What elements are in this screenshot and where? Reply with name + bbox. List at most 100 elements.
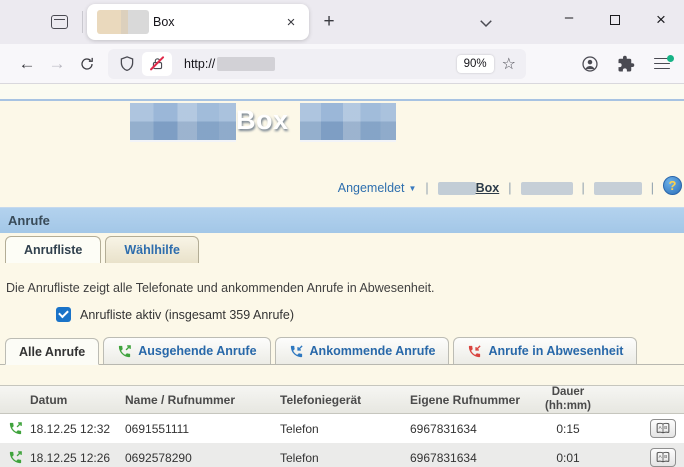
browser-titlebar: Box × + – ×: [0, 0, 684, 44]
nav-separator: |: [508, 181, 511, 195]
cell-duration: 0:01: [528, 451, 608, 465]
cell-own-number: 6967831634: [410, 451, 528, 465]
logged-in-label: Angemeldet: [338, 181, 405, 195]
back-button[interactable]: ←: [12, 50, 42, 78]
firefox-view-icon: [51, 15, 68, 29]
account-button[interactable]: [575, 49, 604, 78]
call-table: Datum Name / Rufnummer Telefoniegerät Ei…: [0, 385, 684, 467]
filter-tab-all[interactable]: Alle Anrufe: [5, 338, 99, 365]
filter-all-label: Alle Anrufe: [19, 345, 85, 359]
zoom-level-badge[interactable]: 90%: [457, 55, 494, 73]
hamburger-icon: [654, 58, 670, 70]
tab-close-icon[interactable]: ×: [281, 12, 301, 32]
filter-outgoing-label: Ausgehende Anrufe: [138, 344, 256, 358]
cell-own-number: 6967831634: [410, 422, 528, 436]
table-header-row: Datum Name / Rufnummer Telefoniegerät Ei…: [0, 385, 684, 414]
minimize-button[interactable]: –: [546, 0, 592, 40]
nav-item-box[interactable]: Box: [438, 181, 500, 195]
redacted-brand-right: [300, 103, 396, 142]
maximize-icon: [610, 15, 620, 25]
tab-anrufliste[interactable]: Anrufliste: [5, 236, 101, 263]
nav-separator: |: [582, 181, 585, 195]
page-top-strip: [0, 84, 684, 99]
tab-title: Box: [153, 15, 281, 29]
call-list-active-row: Anrufliste aktiv (insgesamt 359 Anrufe): [56, 307, 684, 322]
checkbox-label: Anrufliste aktiv (insgesamt 359 Anrufe): [80, 308, 294, 322]
filter-tabs: Alle Anrufe Ausgehende Anrufe Ankommende…: [0, 337, 684, 365]
phonebook-icon: [655, 451, 671, 464]
account-icon: [581, 55, 599, 73]
browser-toolbar: ← → http:// 90% ☆: [0, 44, 684, 84]
url-bar[interactable]: http:// 90% ☆: [108, 49, 526, 79]
col-name: Name / Rufnummer: [125, 393, 280, 407]
outgoing-call-icon: [8, 450, 23, 465]
tab-list-chevron-icon[interactable]: [475, 12, 497, 34]
insecure-connection-button[interactable]: [142, 52, 172, 76]
maximize-button[interactable]: [592, 0, 638, 40]
page-title: Anrufe: [8, 213, 50, 228]
filter-missed-label: Anrufe in Abwesenheit: [488, 344, 623, 358]
cell-name: 0691551111: [125, 422, 280, 436]
help-button[interactable]: ?: [663, 176, 682, 195]
filter-tab-missed[interactable]: Anrufe in Abwesenheit: [453, 337, 637, 364]
bookmark-star-icon[interactable]: ☆: [502, 54, 516, 74]
incoming-call-icon: [289, 344, 304, 359]
tab-divider: [82, 11, 83, 33]
outgoing-call-icon: [8, 421, 23, 436]
page-content: Box Angemeldet ▼ | Box | | | ? Anrufe An…: [0, 84, 684, 467]
puzzle-icon: [617, 55, 635, 73]
filter-incoming-label: Ankommende Anrufe: [310, 344, 436, 358]
nav-separator: |: [651, 181, 654, 195]
col-duration: Dauer (hh:mm): [528, 386, 608, 412]
redacted-nav-item[interactable]: [521, 182, 573, 195]
description-text: Die Anrufliste zeigt alle Telefonate und…: [6, 281, 684, 295]
caret-down-icon: ▼: [408, 184, 416, 193]
notification-dot: [667, 55, 674, 62]
cell-duration: 0:15: [528, 422, 608, 436]
add-to-phonebook-button[interactable]: [650, 419, 676, 438]
call-list-active-checkbox[interactable]: [56, 307, 71, 322]
logged-in-menu[interactable]: Angemeldet ▼: [338, 181, 417, 195]
cell-datum: 18.12.25 12:32: [30, 422, 125, 436]
window-controls: – ×: [546, 0, 684, 40]
redacted-brand-left: [130, 103, 236, 142]
filter-tab-outgoing[interactable]: Ausgehende Anrufe: [103, 337, 270, 364]
table-row: 18.12.25 12:26 0692578290 Telefon 696783…: [0, 443, 684, 467]
add-to-phonebook-button[interactable]: [650, 448, 676, 467]
tab-waehlhilfe[interactable]: Wählhilfe: [105, 236, 199, 263]
col-datum: Datum: [30, 393, 125, 407]
table-row: 18.12.25 12:32 0691551111 Telefon 696783…: [0, 414, 684, 443]
close-button[interactable]: ×: [638, 0, 684, 40]
filter-tab-incoming[interactable]: Ankommende Anrufe: [275, 337, 450, 364]
cell-device: Telefon: [280, 422, 410, 436]
menu-button[interactable]: [647, 49, 676, 78]
missed-call-icon: [467, 344, 482, 359]
browser-tab[interactable]: Box ×: [87, 4, 309, 40]
redacted-favicon: [97, 10, 149, 34]
extensions-button[interactable]: [611, 49, 640, 78]
new-tab-button[interactable]: +: [315, 8, 343, 36]
col-device: Telefoniegerät: [280, 393, 410, 407]
router-banner: Box: [0, 99, 684, 146]
firefox-view-button[interactable]: [44, 8, 74, 36]
top-nav-row: Angemeldet ▼ | Box | | | ?: [0, 146, 684, 207]
tracking-shield-icon[interactable]: [118, 55, 136, 73]
cell-device: Telefon: [280, 451, 410, 465]
forward-button[interactable]: →: [42, 50, 72, 78]
cell-name: 0692578290: [125, 451, 280, 465]
nav-separator: |: [425, 181, 428, 195]
outgoing-call-icon: [117, 344, 132, 359]
nav-box-label: Box: [476, 181, 500, 195]
redacted-nav-brand: [438, 182, 476, 195]
url-text: http://: [184, 57, 215, 71]
redacted-url: [217, 57, 275, 71]
section-header: Anrufe: [0, 207, 684, 233]
banner-logo-text: Box: [236, 105, 289, 136]
table-gap: [0, 365, 684, 385]
browser-window: Box × + – × ← → http:// 90% ☆: [0, 0, 684, 467]
cell-datum: 18.12.25 12:26: [30, 451, 125, 465]
phonebook-icon: [655, 422, 671, 435]
reload-button[interactable]: [72, 50, 102, 78]
lock-slash-icon: [150, 56, 165, 71]
redacted-nav-item[interactable]: [594, 182, 642, 195]
